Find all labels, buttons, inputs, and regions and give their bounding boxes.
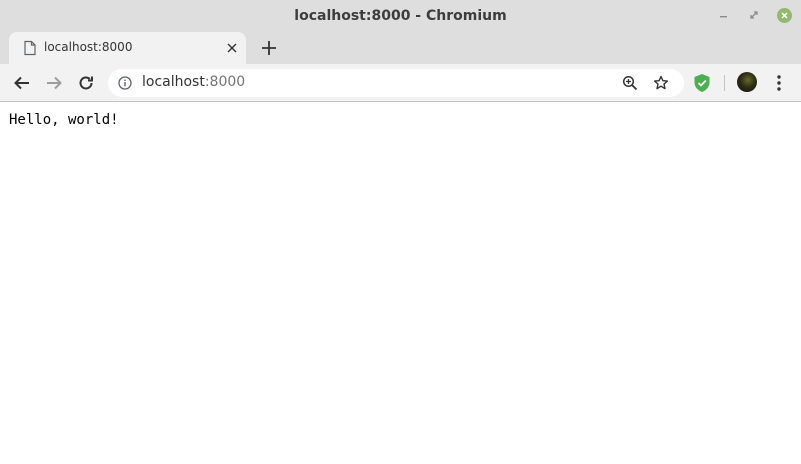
info-icon[interactable] [118, 76, 132, 90]
forward-button[interactable] [43, 72, 65, 94]
page-body-text: Hello, world! [9, 112, 119, 128]
page-content: Hello, world! [0, 103, 801, 464]
shield-extension-icon[interactable] [693, 73, 711, 93]
back-arrow-icon [14, 76, 29, 90]
browser-toolbar: localhost:8000 [0, 64, 801, 102]
minimize-icon [720, 16, 727, 18]
tab-strip: localhost:8000 [0, 32, 801, 64]
star-icon[interactable] [653, 75, 669, 91]
reload-button[interactable] [75, 72, 97, 94]
window-titlebar: localhost:8000 - Chromium [0, 0, 801, 32]
address-bar[interactable]: localhost:8000 [108, 69, 684, 97]
toolbar-separator [724, 75, 725, 91]
reload-icon [79, 76, 93, 90]
minimize-button[interactable] [716, 7, 732, 23]
tab-close-icon[interactable] [225, 41, 239, 55]
menu-kebab-icon[interactable] [775, 74, 783, 92]
back-button[interactable] [11, 72, 33, 94]
tab-title: localhost:8000 [44, 40, 133, 54]
new-tab-plus-icon[interactable] [259, 38, 279, 58]
close-icon [776, 7, 792, 23]
zoom-icon[interactable] [622, 75, 638, 91]
profile-avatar[interactable] [737, 72, 757, 92]
url-host: localhost [142, 74, 205, 90]
tab-localhost[interactable]: localhost:8000 [9, 32, 246, 64]
document-icon [24, 40, 36, 56]
maximize-icon [750, 11, 758, 19]
forward-arrow-icon [47, 76, 62, 90]
maximize-button[interactable] [746, 7, 762, 23]
window-title: localhost:8000 - Chromium [294, 8, 507, 24]
url-port: :8000 [204, 74, 246, 90]
close-window-button[interactable] [776, 7, 792, 23]
url-text[interactable]: localhost:8000 [142, 74, 245, 90]
